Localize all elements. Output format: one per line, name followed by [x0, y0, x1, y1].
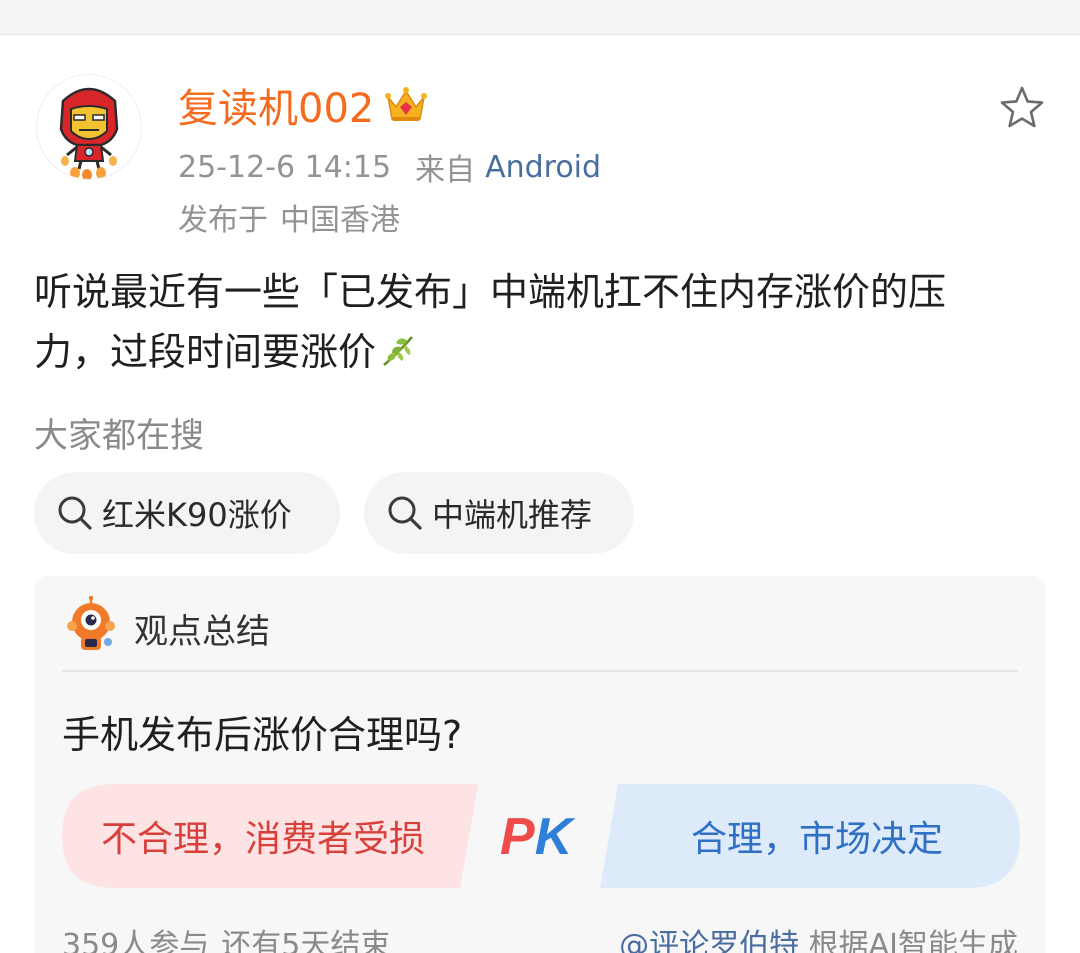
search-chip-redmi-k90[interactable]: 红米K90涨价: [34, 472, 340, 554]
credit-mention-link[interactable]: @评论罗伯特: [619, 928, 799, 953]
poll-stats: 359人参与 还有5天结束: [62, 920, 390, 953]
post-text-line: 听说最近有一些「已发布」中端机扛不住内存涨价的压: [34, 270, 947, 314]
pk-letter-k: K: [535, 808, 576, 866]
location-value: 中国香港: [280, 203, 400, 238]
crown-icon: [385, 87, 428, 121]
search-icon: [388, 496, 422, 530]
poll-question: 手机发布后涨价合理吗?: [62, 713, 463, 757]
post-body: 听说最近有一些「已发布」中端机扛不住内存涨价的压 力，过段时间要涨价: [34, 262, 1044, 382]
credit-text: 根据AI智能生成: [799, 928, 1018, 953]
weibo-post-page: 复读机002 25-12-6 14:15 来自 Android 发布于 中国香港…: [0, 0, 1080, 953]
username[interactable]: 复读机002: [178, 76, 374, 134]
ai-credit: @评论罗伯特 根据AI智能生成: [619, 920, 1018, 953]
search-icon: [58, 496, 92, 530]
favorite-star-button[interactable]: [998, 84, 1046, 132]
opinion-summary-card: 观点总结 手机发布后涨价合理吗? 不合理，消费者受损 PK 合理，市场决定 35…: [34, 576, 1046, 953]
vote-option-support[interactable]: 合理，市场决定: [600, 784, 1020, 888]
source-app-link[interactable]: Android: [485, 150, 601, 185]
pk-letter-p: PK: [500, 808, 576, 866]
trending-search-heading: 大家都在搜: [34, 416, 204, 456]
time-remaining: 还有5天结束: [221, 928, 391, 953]
card-title: 观点总结: [134, 612, 270, 652]
post-text-line: 力，过段时间要涨价: [34, 330, 377, 374]
post-location: 发布于 中国香港: [178, 196, 400, 238]
post-timestamp: 25-12-6 14:15: [178, 149, 392, 185]
username-row: 复读机002: [178, 78, 428, 132]
pk-letter-p: P: [500, 808, 535, 866]
user-avatar[interactable]: [36, 74, 142, 180]
leaf-emoji-icon: [383, 336, 413, 366]
card-divider: [62, 670, 1018, 672]
post-text-line-2: 力，过段时间要涨价: [34, 322, 1044, 382]
post-meta: 25-12-6 14:15 来自 Android: [178, 146, 601, 189]
source-label: 来自: [415, 153, 476, 188]
pk-badge: PK: [500, 808, 576, 866]
vote-option-oppose[interactable]: 不合理，消费者受损: [62, 784, 478, 888]
oppose-option-label: 不合理，消费者受损: [100, 819, 425, 860]
search-chip-midrange-phones[interactable]: 中端机推荐: [364, 472, 634, 554]
search-chip-label: 红米K90涨价: [102, 496, 292, 534]
participant-count: 359人参与: [62, 928, 210, 953]
iron-man-avatar-icon: [59, 87, 119, 179]
top-separator-band: [0, 0, 1080, 35]
support-option-label: 合理，市场决定: [690, 819, 943, 860]
robot-mascot-icon: [67, 596, 115, 650]
search-chip-label: 中端机推荐: [432, 496, 593, 534]
location-label: 发布于: [178, 203, 268, 238]
